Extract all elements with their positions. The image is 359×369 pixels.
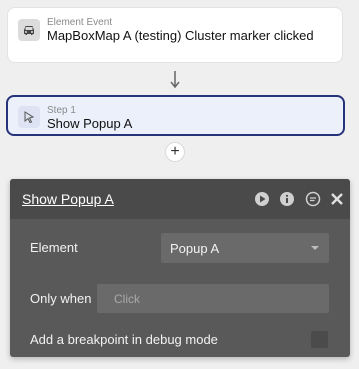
only-when-input[interactable]: Click bbox=[97, 284, 329, 313]
event-card[interactable]: Element Event MapBoxMap A (testing) Clus… bbox=[7, 7, 343, 63]
cursor-icon bbox=[18, 106, 40, 128]
info-icon[interactable] bbox=[279, 191, 295, 207]
element-label: Element bbox=[30, 240, 78, 255]
breakpoint-checkbox[interactable] bbox=[311, 331, 328, 348]
only-when-label: Only when bbox=[30, 291, 92, 306]
comment-icon[interactable] bbox=[305, 191, 321, 207]
add-step-button[interactable]: + bbox=[165, 142, 185, 162]
element-dropdown[interactable]: Popup A bbox=[161, 233, 329, 263]
chevron-down-icon bbox=[311, 246, 319, 250]
breakpoint-label: Add a breakpoint in debug mode bbox=[30, 332, 218, 347]
event-title: MapBoxMap A (testing) Cluster marker cli… bbox=[47, 28, 314, 43]
action-property-panel: Show Popup A Element Popup A Only when C… bbox=[10, 179, 350, 357]
close-icon[interactable] bbox=[329, 191, 345, 207]
element-dropdown-value: Popup A bbox=[170, 241, 220, 256]
only-when-placeholder: Click bbox=[114, 292, 140, 306]
play-icon[interactable] bbox=[254, 191, 270, 207]
arrow-down-icon bbox=[169, 70, 181, 90]
panel-header: Show Popup A bbox=[10, 179, 350, 219]
car-icon bbox=[18, 19, 40, 41]
step-title: Show Popup A bbox=[47, 116, 133, 131]
step-card[interactable]: Step 1 Show Popup A bbox=[6, 95, 345, 136]
panel-title[interactable]: Show Popup A bbox=[22, 191, 114, 207]
